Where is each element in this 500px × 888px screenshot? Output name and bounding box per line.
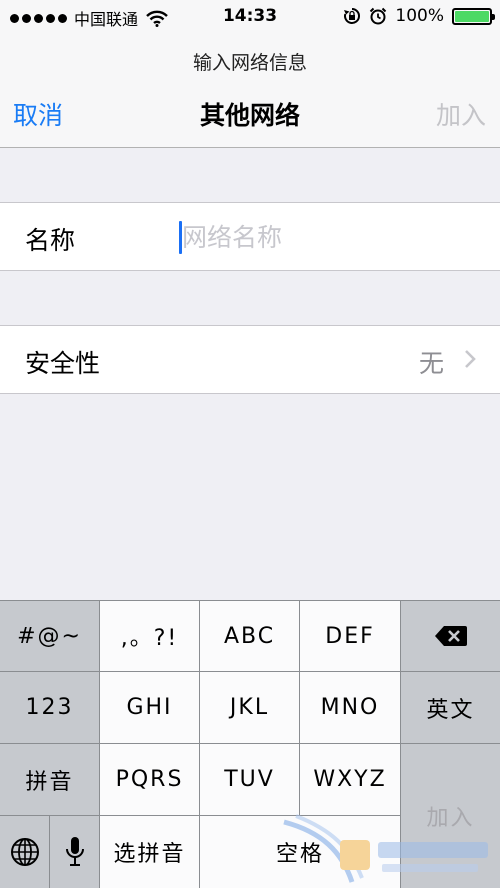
key-tuv[interactable]: TUV [200, 744, 299, 815]
text-cursor [179, 221, 182, 254]
key-english[interactable]: 英文 [401, 672, 500, 743]
key-punctuation[interactable]: ,。?! [100, 601, 199, 671]
keyboard: #@~ ,。?! ABC DEF 123 GHI JKL MNO 英文 拼音 P… [0, 600, 500, 888]
cancel-button[interactable]: 取消 [13, 96, 63, 132]
battery-fill [455, 10, 489, 22]
status-bar: 中国联通 14:33 100% [0, 0, 500, 34]
key-symbols[interactable]: #@~ [0, 601, 99, 671]
key-jkl[interactable]: JKL [200, 672, 299, 743]
key-join[interactable]: 加入 [401, 744, 500, 888]
page-title: 其他网络 [199, 101, 300, 130]
key-select-pinyin[interactable]: 选拼音 [100, 816, 199, 888]
network-name-label: 名称 [25, 226, 76, 255]
globe-icon [10, 838, 39, 866]
network-name-row[interactable]: 名称 [0, 202, 500, 271]
microphone-icon [65, 837, 84, 866]
rotation-lock-icon [344, 8, 361, 24]
status-right: 100% [343, 6, 495, 26]
security-row[interactable]: 安全性 无 [0, 325, 500, 394]
chevron-right-icon [465, 350, 476, 368]
key-pqrs[interactable]: PQRS [100, 744, 199, 815]
key-wxyz[interactable]: WXYZ [300, 744, 400, 815]
space-key[interactable]: 空格 [200, 816, 400, 888]
navigation-bar: 输入网络信息 取消 其他网络 加入 [0, 34, 500, 148]
prompt-text: 输入网络信息 [192, 52, 307, 74]
globe-key[interactable] [0, 816, 49, 888]
alarm-icon [370, 7, 387, 25]
security-value: 无 [418, 349, 444, 378]
delete-icon [434, 626, 467, 646]
key-123[interactable]: 123 [0, 672, 99, 743]
join-button[interactable]: 加入 [436, 96, 486, 132]
battery-percent: 100% [395, 6, 444, 26]
key-ghi[interactable]: GHI [100, 672, 199, 743]
key-abc[interactable]: ABC [200, 601, 299, 671]
security-label: 安全性 [25, 349, 101, 378]
key-def[interactable]: DEF [300, 601, 400, 671]
delete-key[interactable] [401, 601, 500, 671]
key-pinyin[interactable]: 拼音 [0, 744, 99, 815]
microphone-key[interactable] [50, 816, 99, 888]
key-mno[interactable]: MNO [300, 672, 400, 743]
battery-icon [452, 7, 495, 25]
network-name-input[interactable] [176, 213, 482, 261]
